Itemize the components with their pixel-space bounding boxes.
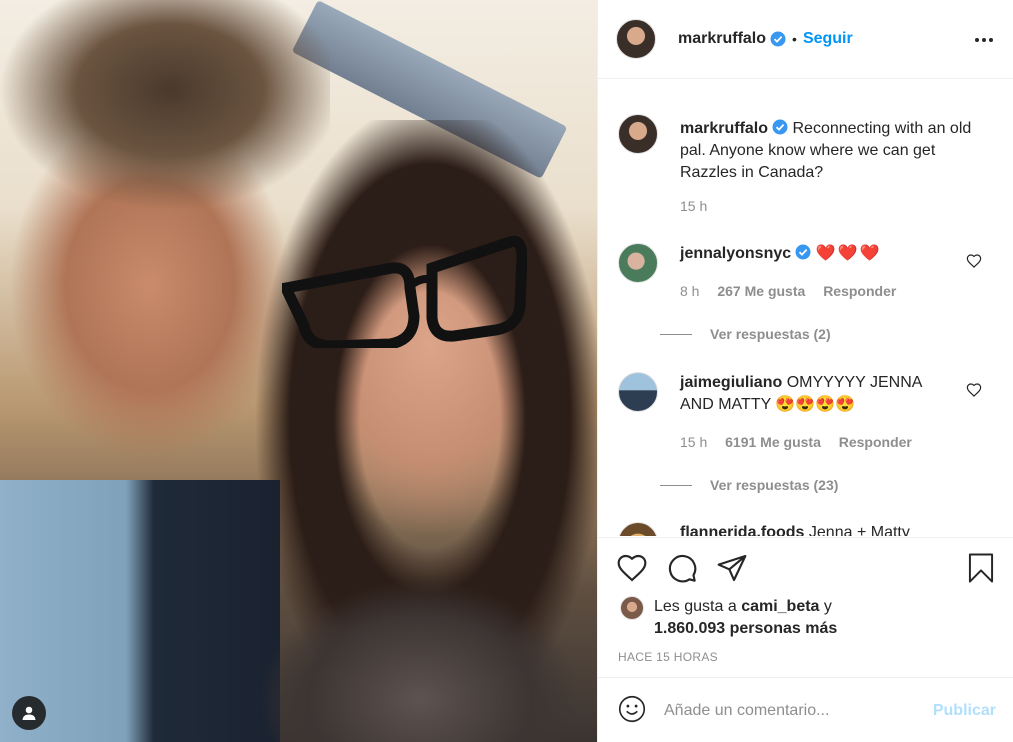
glasses-shape [282, 235, 527, 348]
comment-body: flannerida.foods Jenna + Matty [680, 522, 950, 536]
comment-likes[interactable]: 267 Me gusta [717, 283, 805, 299]
likes-summary: Les gusta a cami_beta y 1.860.093 person… [620, 596, 837, 640]
caption-timestamp[interactable]: 15 h [680, 198, 707, 214]
comment-username[interactable]: jaimegiuliano [680, 374, 782, 391]
caption-avatar[interactable] [618, 114, 658, 154]
replies-line [660, 333, 692, 335]
comment-avatar[interactable] [618, 522, 658, 536]
verified-icon [772, 119, 788, 135]
comment-username[interactable]: flannerida.foods [680, 524, 804, 536]
emoji-icon [618, 695, 646, 723]
view-replies-label: Ver respuestas (2) [710, 326, 831, 342]
reply-button[interactable]: Responder [839, 434, 912, 450]
post-photo[interactable] [0, 0, 597, 742]
comment-time[interactable]: 15 h [680, 434, 707, 450]
publish-button[interactable]: Publicar [933, 702, 996, 720]
follow-button[interactable]: Seguir [803, 30, 853, 48]
comments-list[interactable]: markruffalo Reconnecting with an old pal… [598, 80, 1013, 536]
comment-icon [668, 554, 697, 583]
more-icon[interactable] [974, 30, 994, 50]
photo-subject-right-scarf [250, 560, 590, 742]
reply-button[interactable]: Responder [823, 283, 896, 299]
comment-likes[interactable]: 6191 Me gusta [725, 434, 821, 450]
caption-text: markruffalo Reconnecting with an old pal… [680, 118, 990, 184]
likes-joiner: y [823, 598, 832, 615]
comment-meta: 8 h 267 Me gusta Responder [680, 283, 910, 299]
replies-line [660, 484, 692, 486]
share-button[interactable] [716, 552, 748, 587]
comment-time[interactable]: 8 h [680, 283, 699, 299]
comment-body: jaimegiuliano OMYYYYY JENNA AND MATTY 😍😍… [680, 372, 950, 416]
likes-prefix: Les gusta a [654, 598, 737, 615]
view-replies-button[interactable]: Ver respuestas (23) [660, 477, 838, 493]
comment-text: ❤️❤️❤️ [815, 245, 882, 262]
header-separator: • [792, 31, 797, 47]
comment-avatar[interactable] [618, 243, 658, 283]
author-avatar[interactable] [616, 19, 656, 59]
verified-icon [795, 244, 811, 260]
liker-username[interactable]: cami_beta [741, 598, 819, 615]
like-button[interactable] [616, 552, 648, 587]
post-side-panel: markruffalo • Seguir markruffalo Reconne… [597, 0, 1013, 742]
verified-icon [770, 31, 786, 47]
post-actions: Les gusta a cami_beta y 1.860.093 person… [598, 537, 1013, 742]
comment-avatar[interactable] [618, 372, 658, 412]
likes-text: Les gusta a cami_beta y 1.860.093 person… [654, 596, 837, 640]
likes-count[interactable]: 1.860.093 personas más [654, 620, 837, 637]
share-icon [717, 554, 747, 582]
post-header: markruffalo • Seguir [598, 0, 1013, 79]
heart-icon[interactable] [966, 253, 982, 269]
emoji-button[interactable] [618, 695, 646, 726]
post-timestamp[interactable]: HACE 15 HORAS [618, 650, 718, 664]
comment-body: jennalyonsnyc ❤️❤️❤️ [680, 243, 950, 265]
comment-text: Jenna + Matty [808, 524, 910, 536]
heart-icon[interactable] [966, 382, 982, 398]
comment-button[interactable] [666, 552, 698, 587]
action-icons [616, 552, 748, 587]
user-tag-icon [22, 706, 36, 720]
add-comment-bar: Añade un comentario... Publicar [598, 677, 1013, 742]
view-replies-label: Ver respuestas (23) [710, 477, 839, 493]
heart-icon [617, 554, 647, 582]
tagged-users-button[interactable] [12, 696, 46, 730]
comment-meta: 15 h 6191 Me gusta Responder [680, 434, 926, 450]
caption-username[interactable]: markruffalo [680, 120, 768, 137]
save-button[interactable] [966, 552, 996, 587]
comment-username[interactable]: jennalyonsnyc [680, 245, 791, 262]
author-username[interactable]: markruffalo [678, 30, 766, 48]
comment-input[interactable]: Añade un comentario... [664, 702, 933, 720]
bookmark-icon [968, 553, 994, 583]
view-replies-button[interactable]: Ver respuestas (2) [660, 326, 831, 342]
liker-avatar[interactable] [620, 596, 644, 620]
